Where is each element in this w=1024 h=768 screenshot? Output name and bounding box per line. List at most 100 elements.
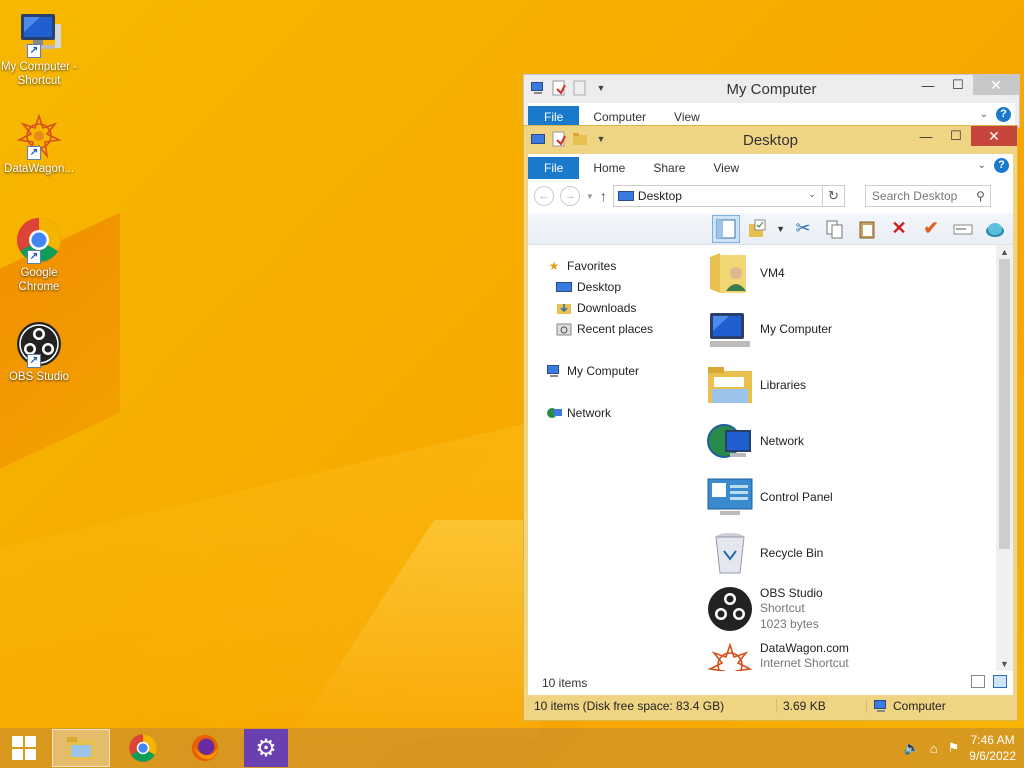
delete-button[interactable]: ✕ bbox=[885, 215, 913, 243]
tab-view[interactable]: View bbox=[699, 157, 753, 179]
minimize-button[interactable]: — bbox=[913, 75, 943, 95]
chrome-icon: ↗ bbox=[15, 216, 63, 264]
large-icons-view-button[interactable] bbox=[993, 675, 1007, 688]
recycle-bin-icon bbox=[706, 529, 754, 577]
computer-icon: ↗ bbox=[15, 10, 63, 58]
maximize-button[interactable]: ☐ bbox=[943, 75, 973, 95]
nav-favorites[interactable]: ★ Favorites bbox=[528, 255, 698, 276]
nav-recent-places[interactable]: Recent places bbox=[528, 318, 698, 339]
taskbar-chrome[interactable] bbox=[114, 729, 172, 767]
address-text: Desktop bbox=[637, 189, 682, 203]
taskbar: ⚙ 🔈 ⌂ ⚑ 7:46 AM 9/6/2022 bbox=[0, 728, 1024, 768]
volume-muted-icon[interactable]: 🔈 bbox=[904, 740, 920, 756]
desktop-icon-label: My Computer - Shortcut bbox=[0, 61, 78, 87]
search-placeholder: Search Desktop bbox=[871, 189, 958, 203]
minimize-button[interactable]: — bbox=[911, 126, 941, 146]
my-computer-window[interactable]: ▼ My Computer — ☐ ✕ File Computer View ⌄… bbox=[523, 74, 1020, 128]
copy-button[interactable] bbox=[821, 215, 849, 243]
properties-button[interactable] bbox=[744, 215, 772, 243]
desktop-icon-chrome[interactable]: ↗ Google Chrome bbox=[0, 216, 78, 294]
title-bar[interactable]: ▼ My Computer — ☐ ✕ bbox=[524, 75, 1019, 103]
star-icon: ★ bbox=[548, 258, 560, 273]
preview-pane-button[interactable] bbox=[712, 214, 741, 243]
recent-places-icon bbox=[556, 321, 572, 337]
network-tray-icon[interactable]: ⌂ bbox=[930, 741, 938, 756]
obs-icon: ↗ bbox=[15, 320, 63, 368]
desktop-icon-label: DataWagon... bbox=[4, 163, 74, 175]
details-view-button[interactable] bbox=[971, 675, 985, 688]
help-icon[interactable]: ? bbox=[994, 158, 1009, 173]
tab-file[interactable]: File bbox=[528, 157, 580, 179]
chevron-down-icon[interactable]: ⌄ bbox=[978, 160, 986, 171]
desktop-icon-label: OBS Studio bbox=[8, 371, 70, 383]
network-icon bbox=[546, 405, 562, 421]
vertical-scrollbar[interactable]: ▲ ▼ bbox=[996, 245, 1013, 671]
clock[interactable]: 7:46 AM 9/6/2022 bbox=[969, 732, 1016, 764]
address-bar[interactable]: Desktop ⌄ ↻ bbox=[612, 185, 845, 207]
desktop-icon-datawagon[interactable]: ↗ DataWagon... bbox=[0, 112, 78, 176]
taskbar-file-explorer[interactable] bbox=[52, 729, 110, 767]
windows-logo-icon bbox=[12, 736, 36, 760]
address-dropdown-icon[interactable]: ⌄ bbox=[808, 189, 816, 200]
scroll-down-icon[interactable]: ▼ bbox=[996, 657, 1013, 671]
globe-icon[interactable] bbox=[981, 215, 1009, 243]
computer-icon bbox=[706, 305, 754, 353]
paste-button[interactable] bbox=[853, 215, 881, 243]
close-button[interactable]: ✕ bbox=[971, 126, 1017, 146]
scroll-up-icon[interactable]: ▲ bbox=[996, 245, 1013, 259]
title-bar[interactable]: ▼ Desktop — ☐ ✕ bbox=[524, 126, 1017, 154]
desktop-icon-my-computer[interactable]: ↗ My Computer - Shortcut bbox=[0, 10, 78, 88]
list-item[interactable]: Recycle Bin bbox=[698, 525, 1013, 581]
desktop-icon-obs[interactable]: ↗ OBS Studio bbox=[0, 320, 78, 384]
up-button[interactable]: ↑ bbox=[600, 188, 607, 204]
gear-icon: ⚙ bbox=[255, 734, 277, 762]
back-button[interactable]: ← bbox=[534, 186, 554, 206]
chevron-down-icon[interactable]: ▼ bbox=[586, 192, 594, 201]
help-icon[interactable]: ? bbox=[996, 107, 1011, 122]
tab-share[interactable]: Share bbox=[639, 157, 699, 179]
control-panel-icon bbox=[706, 473, 754, 521]
cut-button[interactable]: ✂ bbox=[789, 215, 817, 243]
list-item[interactable]: Network bbox=[698, 413, 1013, 469]
taskbar-firefox[interactable] bbox=[176, 729, 234, 767]
search-icon: ⚲ bbox=[976, 189, 985, 203]
desktop-icon bbox=[617, 191, 634, 201]
explorer-body: ← → ▼ ↑ Desktop ⌄ ↻ Search Desktop ⚲ ▼ ✂… bbox=[528, 179, 1013, 695]
chevron-down-icon[interactable]: ⌄ bbox=[980, 109, 988, 120]
nav-network[interactable]: Network bbox=[528, 402, 698, 423]
list-item[interactable]: OBS Studio Shortcut 1023 bytes bbox=[698, 581, 1013, 637]
taskbar-settings[interactable]: ⚙ bbox=[244, 729, 288, 767]
file-explorer-icon bbox=[67, 737, 95, 760]
chevron-down-icon[interactable]: ▼ bbox=[776, 224, 785, 234]
list-item[interactable]: Libraries bbox=[698, 357, 1013, 413]
nav-downloads[interactable]: Downloads bbox=[528, 297, 698, 318]
desktop-explorer-window[interactable]: ▼ Desktop — ☐ ✕ File Home Share View ⌄ ?… bbox=[523, 125, 1018, 721]
tab-home[interactable]: Home bbox=[579, 157, 639, 179]
rename-button[interactable]: ✔ bbox=[917, 215, 945, 243]
datawagon-icon bbox=[706, 641, 754, 671]
close-button[interactable]: ✕ bbox=[973, 75, 1019, 95]
nav-desktop[interactable]: Desktop bbox=[528, 276, 698, 297]
downloads-folder-icon bbox=[556, 300, 572, 316]
action-center-icon[interactable]: ⚑ bbox=[948, 740, 960, 756]
nav-my-computer[interactable]: My Computer bbox=[528, 360, 698, 381]
refresh-button[interactable]: ↻ bbox=[821, 186, 844, 206]
list-item[interactable]: Control Panel bbox=[698, 469, 1013, 525]
forward-button[interactable]: → bbox=[560, 186, 580, 206]
file-list: VM4 My Computer Libraries Network Contro… bbox=[698, 245, 1013, 671]
rename-field-button[interactable] bbox=[949, 215, 977, 243]
maximize-button[interactable]: ☐ bbox=[941, 126, 971, 146]
address-row: ← → ▼ ↑ Desktop ⌄ ↻ Search Desktop ⚲ bbox=[528, 179, 1013, 213]
list-item[interactable]: DataWagon.com Internet Shortcut bbox=[698, 637, 1013, 671]
ribbon-tabs: File Home Share View ⌄ ? bbox=[528, 154, 1013, 179]
list-item[interactable]: My Computer bbox=[698, 301, 1013, 357]
computer-icon bbox=[546, 363, 562, 379]
scroll-thumb[interactable] bbox=[999, 259, 1010, 549]
chrome-icon bbox=[129, 734, 157, 762]
list-item[interactable]: VM4 bbox=[698, 245, 1013, 301]
datawagon-icon: ↗ bbox=[15, 112, 63, 160]
desktop-icon-label: Google Chrome bbox=[18, 267, 60, 293]
user-folder-icon bbox=[706, 249, 754, 297]
start-button[interactable] bbox=[0, 728, 48, 768]
search-input[interactable]: Search Desktop ⚲ bbox=[864, 185, 991, 207]
